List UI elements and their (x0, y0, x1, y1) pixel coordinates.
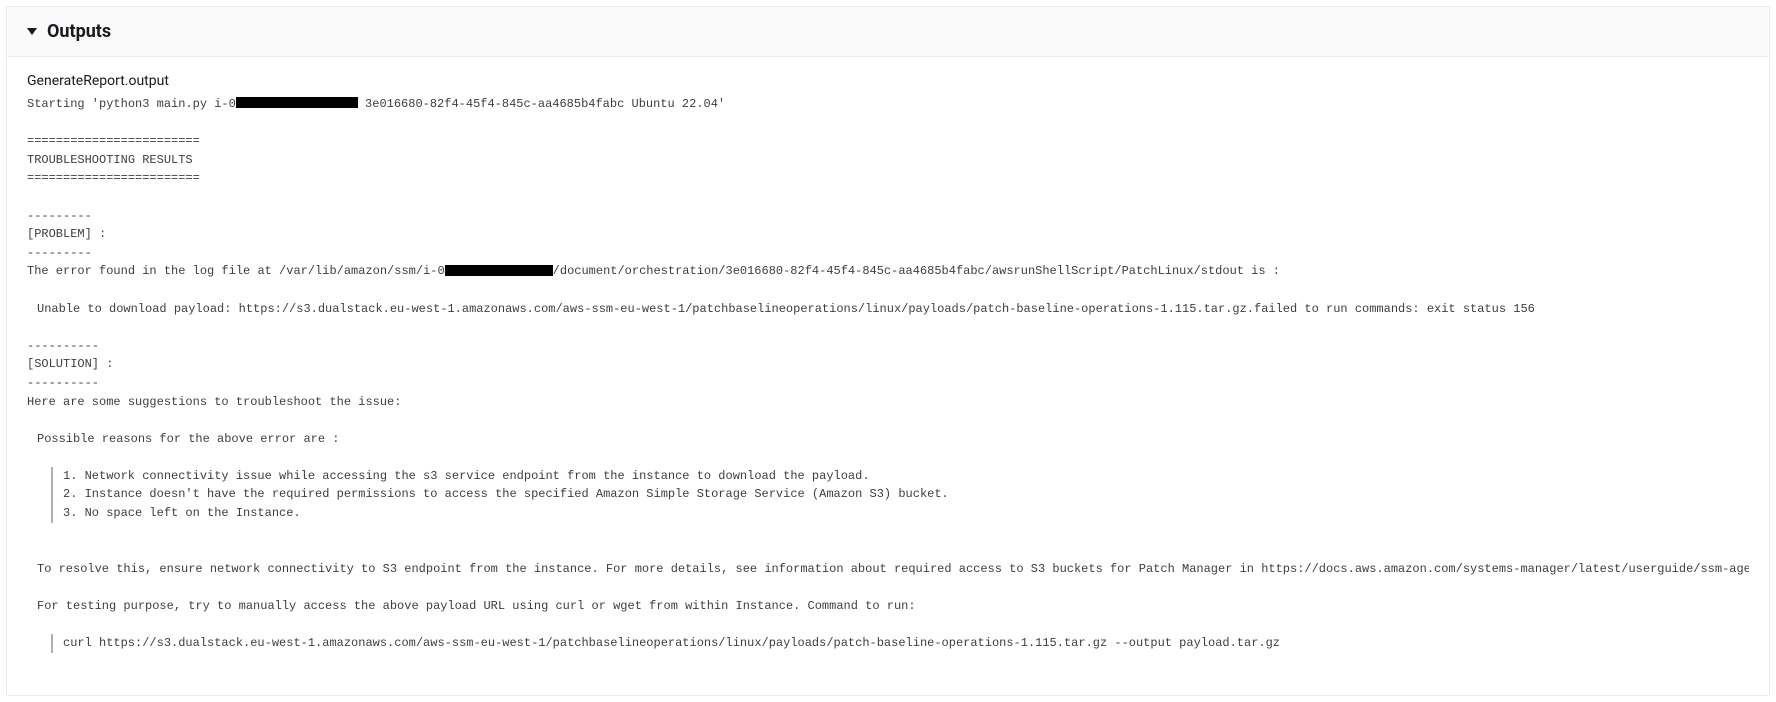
unable-to-download-line: Unable to download payload: https://s3.d… (27, 302, 1535, 316)
start-line-prefix: Starting 'python3 main.py i-0 (27, 97, 236, 111)
panel-header: Outputs (7, 7, 1769, 57)
problem-dash-bottom: --------- (27, 246, 92, 260)
solution-label: [SOLUTION] : (27, 357, 113, 371)
divider-top: ======================== (27, 134, 200, 148)
output-wrapper: Starting 'python3 main.py i-0 3e016680-8… (27, 95, 1749, 685)
error-line-suffix: /document/orchestration/3e016680-82f4-45… (553, 264, 1280, 278)
test-line: For testing purpose, try to manually acc… (27, 599, 916, 613)
redacted-instance-id (236, 97, 358, 108)
collapse-caret-icon[interactable] (27, 28, 37, 35)
solution-dash-top: ---------- (27, 339, 99, 353)
start-line-suffix: 3e016680-82f4-45f4-845c-aa4685b4fabc Ubu… (358, 97, 725, 111)
possible-reasons-label: Possible reasons for the above error are… (27, 432, 339, 446)
redacted-instance-id-path (445, 265, 553, 276)
problem-label: [PROBLEM] : (27, 227, 106, 241)
curl-command: curl https://s3.dualstack.eu-west-1.amaz… (63, 636, 1280, 650)
suggestions-intro: Here are some suggestions to troubleshoo… (27, 395, 401, 409)
solution-dash-bottom: ---------- (27, 376, 99, 390)
reason-1: 1. Network connectivity issue while acce… (63, 469, 870, 483)
divider-bottom: ======================== (27, 171, 200, 185)
troubleshooting-heading: TROUBLESHOOTING RESULTS (27, 153, 193, 167)
resolve-line: To resolve this, ensure network connecti… (27, 562, 1749, 576)
reason-2: 2. Instance doesn't have the required pe… (63, 487, 949, 501)
error-line-prefix: The error found in the log file at /var/… (27, 264, 445, 278)
output-section-title: GenerateReport.output (27, 73, 1749, 89)
panel-title: Outputs (47, 21, 111, 42)
curl-command-block: curl https://s3.dualstack.eu-west-1.amaz… (51, 634, 1749, 653)
outputs-panel: Outputs GenerateReport.output Starting '… (6, 6, 1770, 696)
reason-3: 3. No space left on the Instance. (63, 506, 301, 520)
output-scroll-region[interactable]: Starting 'python3 main.py i-0 3e016680-8… (27, 95, 1749, 685)
reasons-block: 1. Network connectivity issue while acce… (51, 467, 1749, 523)
panel-body: GenerateReport.output Starting 'python3 … (7, 57, 1769, 695)
problem-dash-top: --------- (27, 209, 92, 223)
output-text: Starting 'python3 main.py i-0 3e016680-8… (27, 95, 1749, 671)
